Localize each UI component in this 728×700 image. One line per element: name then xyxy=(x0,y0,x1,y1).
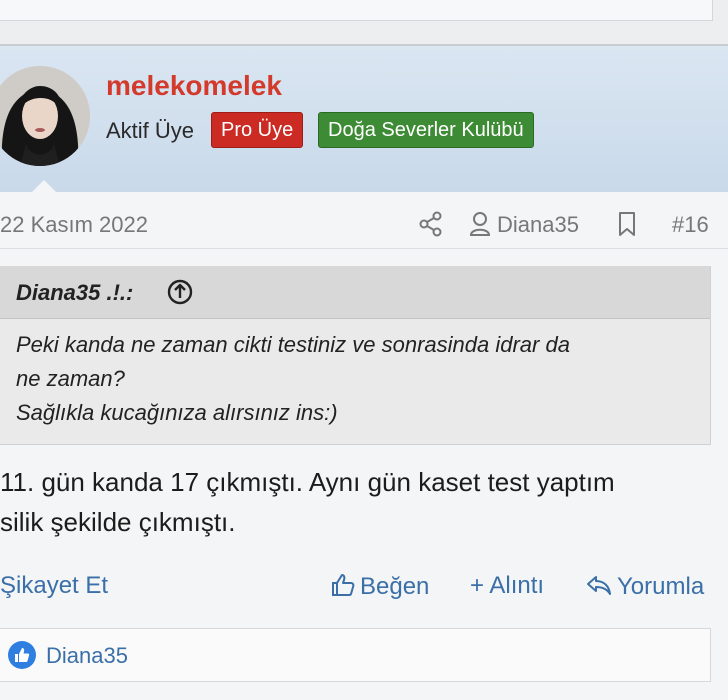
quote-block: Diana35 .!.: Peki kanda ne zaman cikti t… xyxy=(0,266,711,445)
post-meta: 22 Kasım 2022 Diana35 #16 xyxy=(0,196,728,252)
user-title: Aktif Üye xyxy=(106,118,195,143)
quote-header: Diana35 .!.: xyxy=(0,266,710,319)
reactions-bar: Diana35 xyxy=(0,628,711,682)
reaction-user-link[interactable]: Diana35 xyxy=(46,643,128,669)
jump-to-quote-icon[interactable] xyxy=(166,278,194,311)
quote-label: + Alıntı xyxy=(470,572,545,599)
report-button[interactable]: Şikayet Et xyxy=(0,572,108,600)
like-label: Beğen xyxy=(360,573,430,600)
reply-arrow-icon xyxy=(585,572,613,605)
share-icon[interactable] xyxy=(419,210,443,243)
username[interactable]: melekomelek xyxy=(106,70,282,102)
badge-nature-club: Doğa Severler Kulübü xyxy=(318,112,534,148)
reply-button[interactable]: Yorumla xyxy=(585,572,704,605)
post-body: 11. gün kanda 17 çıkmıştı. Aynı gün kase… xyxy=(0,467,615,537)
post-attribution-user[interactable]: Diana35 xyxy=(497,212,579,238)
avatar[interactable] xyxy=(0,66,90,166)
user-icon xyxy=(469,210,491,243)
post-number-link[interactable]: #16 xyxy=(672,212,709,238)
previous-post-edge xyxy=(0,0,728,46)
quote-author[interactable]: Diana35 .!.: xyxy=(16,280,133,306)
avatar-image xyxy=(0,66,90,166)
thumbs-up-icon xyxy=(330,572,356,605)
bookmark-icon[interactable] xyxy=(617,210,637,243)
like-reaction-icon xyxy=(8,641,36,669)
like-button[interactable]: Beğen xyxy=(330,572,429,605)
divider xyxy=(0,248,728,249)
quote-text: Peki kanda ne zaman cikti testiniz ve so… xyxy=(16,332,570,425)
badge-pro-member: Pro Üye xyxy=(211,112,304,148)
report-label: Şikayet Et xyxy=(0,572,109,599)
post-actions: Şikayet Et Beğen + Alıntı Yorumla xyxy=(0,570,728,606)
quote-button[interactable]: + Alıntı xyxy=(470,572,544,600)
reply-label: Yorumla xyxy=(617,573,705,600)
post-date[interactable]: 22 Kasım 2022 xyxy=(0,212,148,238)
user-header: melekomelek Aktif Üye Pro Üye Doğa Sever… xyxy=(0,46,728,192)
previous-post-box xyxy=(0,0,713,21)
